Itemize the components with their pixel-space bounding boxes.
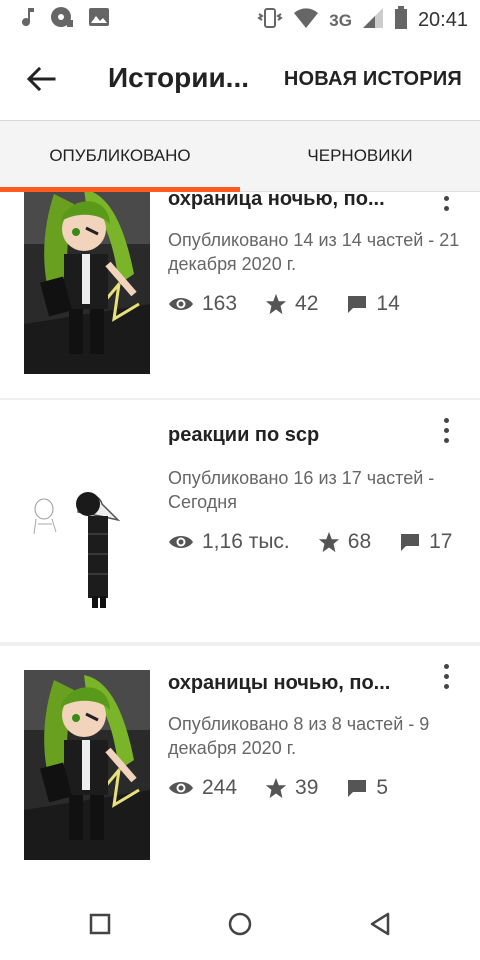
votes-stat: 68 xyxy=(318,530,371,554)
recent-apps-icon[interactable] xyxy=(84,908,116,940)
story-status: Опубликовано 16 из 17 частей - Сегодня xyxy=(168,468,435,512)
story-title[interactable]: охраницы ночью, по... xyxy=(168,672,418,695)
story-status: Опубликовано 14 из 14 частей - 21 декабр… xyxy=(168,230,460,274)
back-icon[interactable] xyxy=(364,908,396,940)
story-stats: 1,16 тыс. 68 17 xyxy=(168,530,480,554)
comment-icon xyxy=(401,534,420,551)
comments-count: 14 xyxy=(376,292,400,315)
story-cover xyxy=(24,424,150,614)
views-count: 1,16 тыс. xyxy=(202,530,290,553)
music-note-icon xyxy=(22,6,36,33)
story-cover xyxy=(24,192,150,374)
more-options-icon[interactable] xyxy=(440,664,454,694)
views-stat: 163 xyxy=(168,292,237,316)
home-icon[interactable] xyxy=(224,908,256,940)
vibrate-icon xyxy=(257,7,284,34)
story-item[interactable]: охраница ночью, по... Опубликовано 14 из… xyxy=(0,192,480,398)
status-bar: 3G 20:41 xyxy=(0,0,480,38)
comments-stat: 14 xyxy=(346,292,400,316)
votes-count: 39 xyxy=(295,776,319,799)
star-icon xyxy=(265,293,287,315)
back-arrow-icon[interactable] xyxy=(24,62,58,96)
votes-stat: 39 xyxy=(265,776,318,800)
story-list[interactable]: охраница ночью, по... Опубликовано 14 из… xyxy=(0,192,480,888)
comments-count: 5 xyxy=(376,776,389,799)
star-icon xyxy=(318,531,339,553)
clock: 20:41 xyxy=(417,9,468,31)
story-title[interactable]: охраница ночью, по... xyxy=(168,192,418,211)
eye-icon xyxy=(169,782,193,794)
more-options-icon[interactable] xyxy=(440,418,454,448)
story-item[interactable]: охраницы ночью, по... Опубликовано 8 из … xyxy=(0,646,480,888)
image-icon xyxy=(88,7,110,32)
navigation-bar xyxy=(0,888,480,960)
more-options-icon[interactable] xyxy=(440,192,454,216)
story-stats: 244 39 5 xyxy=(168,776,416,800)
comment-icon xyxy=(348,296,367,313)
story-item[interactable]: реакции по scp Опубликовано 16 из 17 час… xyxy=(0,400,480,642)
comments-stat: 17 xyxy=(399,530,452,554)
tab-drafts[interactable]: ЧЕРНОВИКИ xyxy=(240,121,480,191)
views-stat: 244 xyxy=(168,776,237,800)
comments-count: 17 xyxy=(429,530,453,553)
comments-stat: 5 xyxy=(346,776,388,800)
story-status: Опубликовано 8 из 8 частей - 9 декабря 2… xyxy=(168,714,430,758)
network-type: 3G xyxy=(329,10,352,30)
battery-icon xyxy=(394,6,408,35)
star-icon xyxy=(265,777,287,799)
app-bar: Истории... НОВАЯ ИСТОРИЯ xyxy=(0,38,480,121)
views-stat: 1,16 тыс. xyxy=(168,530,290,554)
disc-icon xyxy=(50,6,74,33)
story-stats: 163 42 14 xyxy=(168,292,428,316)
views-count: 163 xyxy=(202,292,238,315)
new-story-button[interactable]: НОВАЯ ИСТОРИЯ xyxy=(284,68,462,91)
votes-stat: 42 xyxy=(265,292,318,316)
views-count: 244 xyxy=(202,776,238,799)
votes-count: 42 xyxy=(295,292,319,315)
tab-published[interactable]: ОПУБЛИКОВАНО xyxy=(0,121,240,191)
comment-icon xyxy=(348,780,367,797)
signal-icon xyxy=(362,7,384,34)
tab-bar: ОПУБЛИКОВАНО ЧЕРНОВИКИ xyxy=(0,121,480,192)
eye-icon xyxy=(169,298,193,310)
story-title[interactable]: реакции по scp xyxy=(168,424,418,447)
story-cover xyxy=(24,670,150,860)
wifi-icon xyxy=(293,7,319,34)
eye-icon xyxy=(169,536,193,548)
votes-count: 68 xyxy=(347,530,372,553)
page-title: Истории... xyxy=(108,62,250,93)
